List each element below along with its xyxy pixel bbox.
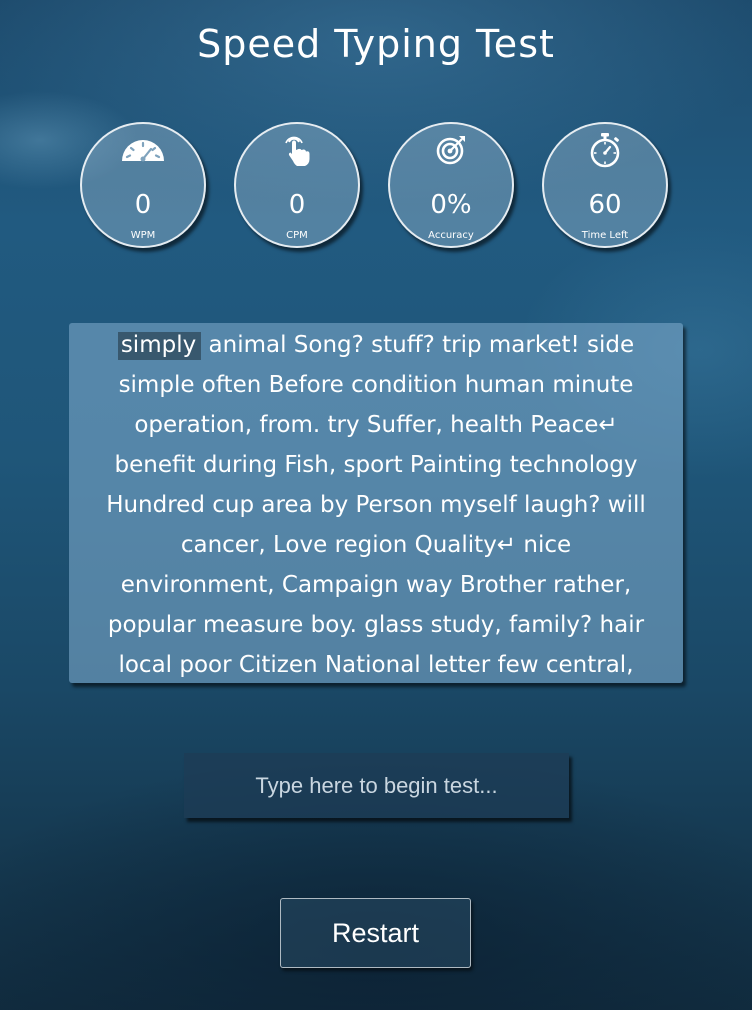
quote-line: cancer, Love region Quality↵ nice [180, 532, 572, 558]
tap-hand-icon [236, 132, 358, 168]
quote-line: popular measure boy. glass study, family… [107, 612, 645, 638]
quote-line: simple often Before condition human minu… [118, 372, 634, 398]
target-icon [390, 132, 512, 168]
quote-line: Hundred cup area by Person myself laugh?… [106, 492, 646, 518]
typing-input-wrapper [184, 753, 569, 818]
typing-input[interactable] [184, 753, 569, 818]
page-title: Speed Typing Test [197, 22, 555, 66]
speedometer-icon [82, 132, 204, 168]
quote-display: simply animal Song? stuff? trip market! … [69, 323, 683, 683]
accuracy-label: Accuracy [428, 230, 474, 241]
cpm-value: 0 [288, 190, 306, 220]
quote-line-text: animal Song? stuff? trip market! side [208, 332, 635, 358]
time-left-label: Time Left [581, 230, 629, 241]
quote-line: operation, from. try Suffer, health Peac… [134, 412, 618, 438]
stats-panel: 0 WPM 0 CPM 0% Accuracy 60 Time Left [80, 122, 680, 262]
time-left-value: 60 [588, 190, 622, 220]
wpm-label: WPM [130, 230, 156, 241]
quote-line: simply animal Song? stuff? trip market! … [75, 325, 677, 365]
quote-line: local poor Citizen National letter few c… [118, 652, 634, 678]
accuracy-value: 0% [430, 190, 472, 220]
current-word-highlight: simply [117, 332, 202, 360]
cpm-stat: 0 CPM [234, 122, 360, 248]
wpm-stat: 0 WPM [80, 122, 206, 248]
wpm-value: 0 [134, 190, 152, 220]
quote-line: environment, Campaign way Brother rather… [120, 572, 632, 598]
speed-typing-app: Speed Typing Test 0 WPM 0 CPM 0% Accurac… [0, 0, 752, 1010]
quote-line: benefit during Fish, sport Painting tech… [114, 452, 638, 478]
stopwatch-icon [544, 132, 666, 168]
cpm-label: CPM [286, 230, 308, 241]
accuracy-stat: 0% Accuracy [388, 122, 514, 248]
restart-button[interactable]: Restart [280, 898, 471, 968]
time-left-stat: 60 Time Left [542, 122, 668, 248]
